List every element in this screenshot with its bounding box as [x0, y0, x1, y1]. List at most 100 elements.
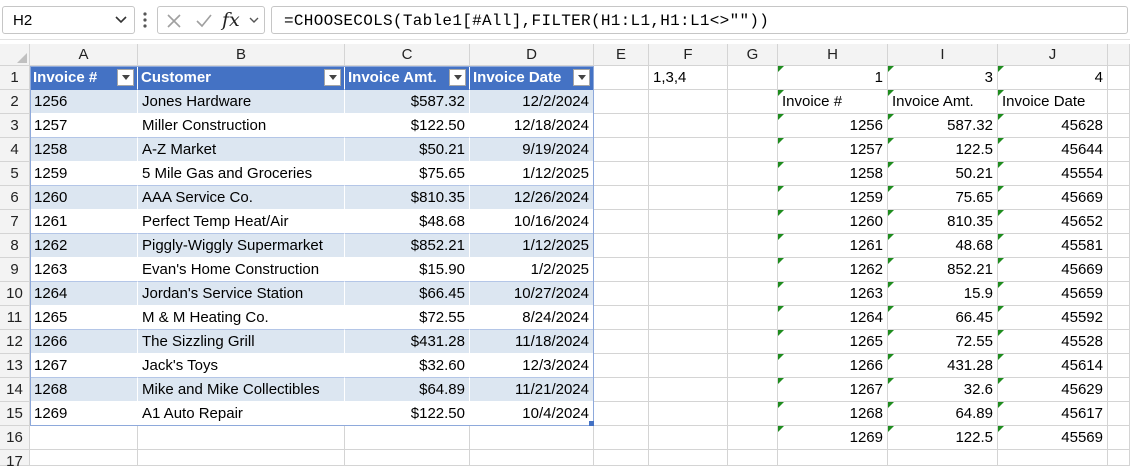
row-header-5[interactable]: 5: [0, 162, 30, 186]
table-cell[interactable]: The Sizzling Grill: [138, 330, 345, 354]
cell[interactable]: [649, 450, 728, 466]
row-header-15[interactable]: 15: [0, 402, 30, 426]
result-cell[interactable]: 64.89: [888, 402, 998, 426]
insert-function-icon[interactable]: fx: [222, 9, 248, 31]
filter-dropdown-button[interactable]: [324, 69, 341, 86]
table-cell[interactable]: Jones Hardware: [138, 90, 345, 114]
table-cell[interactable]: 1266: [30, 330, 138, 354]
column-header-d[interactable]: D: [470, 44, 594, 66]
table-header-cell[interactable]: Customer: [138, 66, 345, 90]
cell[interactable]: [594, 114, 649, 138]
table-header-cell[interactable]: Invoice #: [30, 66, 138, 90]
column-header-b[interactable]: B: [138, 44, 345, 66]
row-header-17[interactable]: 17: [0, 450, 30, 466]
result-cell[interactable]: 32.6: [888, 378, 998, 402]
table-cell[interactable]: M & M Heating Co.: [138, 306, 345, 330]
result-cell[interactable]: 122.5: [888, 138, 998, 162]
result-cell[interactable]: 48.68: [888, 234, 998, 258]
result-cell[interactable]: 1263: [778, 282, 888, 306]
table-cell[interactable]: 11/21/2024: [470, 378, 594, 402]
cell[interactable]: [998, 450, 1108, 466]
cell[interactable]: [470, 426, 594, 450]
result-cell[interactable]: 15.9: [888, 282, 998, 306]
result-cell[interactable]: 45614: [998, 354, 1108, 378]
table-cell[interactable]: $50.21: [345, 138, 470, 162]
cell[interactable]: [778, 450, 888, 466]
table-cell[interactable]: 1261: [30, 210, 138, 234]
cell[interactable]: [649, 114, 728, 138]
result-cell[interactable]: 45581: [998, 234, 1108, 258]
table-cell[interactable]: 1257: [30, 114, 138, 138]
row-header-13[interactable]: 13: [0, 354, 30, 378]
cell[interactable]: [728, 282, 778, 306]
result-cell[interactable]: 852.21: [888, 258, 998, 282]
cell[interactable]: [594, 426, 649, 450]
cell[interactable]: [470, 450, 594, 466]
cell[interactable]: [649, 258, 728, 282]
table-cell[interactable]: $48.68: [345, 210, 470, 234]
table-cell[interactable]: Perfect Temp Heat/Air: [138, 210, 345, 234]
result-cell[interactable]: 45669: [998, 258, 1108, 282]
cell[interactable]: [594, 450, 649, 466]
table-resize-handle[interactable]: [589, 421, 594, 426]
result-cell[interactable]: 45592: [998, 306, 1108, 330]
cell[interactable]: [649, 306, 728, 330]
table-cell[interactable]: $122.50: [345, 402, 470, 426]
select-all-corner[interactable]: [0, 44, 30, 66]
result-cell[interactable]: 45652: [998, 210, 1108, 234]
cell[interactable]: [594, 186, 649, 210]
result-cell[interactable]: 45617: [998, 402, 1108, 426]
table-cell[interactable]: 10/4/2024: [470, 402, 594, 426]
table-cell[interactable]: 1258: [30, 138, 138, 162]
row-header-6[interactable]: 6: [0, 186, 30, 210]
result-cell[interactable]: 1262: [778, 258, 888, 282]
result-header-cell[interactable]: Invoice #: [778, 90, 888, 114]
cell[interactable]: [728, 114, 778, 138]
result-cell[interactable]: 1256: [778, 114, 888, 138]
result-cell[interactable]: 1261: [778, 234, 888, 258]
cell[interactable]: [728, 234, 778, 258]
chevron-down-icon[interactable]: [114, 11, 128, 29]
cancel-icon[interactable]: [164, 11, 184, 31]
row-header-12[interactable]: 12: [0, 330, 30, 354]
table-cell[interactable]: A1 Auto Repair: [138, 402, 345, 426]
cell[interactable]: [138, 426, 345, 450]
cell[interactable]: [345, 426, 470, 450]
column-header-a[interactable]: A: [30, 44, 138, 66]
row-header-3[interactable]: 3: [0, 114, 30, 138]
table-cell[interactable]: A-Z Market: [138, 138, 345, 162]
cell[interactable]: [594, 66, 649, 90]
cell[interactable]: [594, 306, 649, 330]
table-cell[interactable]: $431.28: [345, 330, 470, 354]
cell[interactable]: [649, 402, 728, 426]
table-cell[interactable]: $15.90: [345, 258, 470, 282]
result-cell[interactable]: 66.45: [888, 306, 998, 330]
cell[interactable]: [728, 210, 778, 234]
cell[interactable]: [728, 162, 778, 186]
table-cell[interactable]: $810.35: [345, 186, 470, 210]
column-header-i[interactable]: I: [888, 44, 998, 66]
cell[interactable]: [138, 450, 345, 466]
result-cell[interactable]: 431.28: [888, 354, 998, 378]
cell[interactable]: [649, 378, 728, 402]
cell[interactable]: [728, 354, 778, 378]
table-cell[interactable]: Jack's Toys: [138, 354, 345, 378]
table-cell[interactable]: Jordan's Service Station: [138, 282, 345, 306]
cell-f1[interactable]: 1,3,4: [649, 66, 728, 90]
table-cell[interactable]: $64.89: [345, 378, 470, 402]
result-cell[interactable]: 1258: [778, 162, 888, 186]
cell[interactable]: [728, 258, 778, 282]
table-cell[interactable]: 1260: [30, 186, 138, 210]
cell[interactable]: [649, 426, 728, 450]
row-header-4[interactable]: 4: [0, 138, 30, 162]
table-cell[interactable]: 12/26/2024: [470, 186, 594, 210]
chevron-down-icon[interactable]: [248, 13, 260, 29]
cell[interactable]: [728, 450, 778, 466]
table-cell[interactable]: 1268: [30, 378, 138, 402]
result-header-cell[interactable]: Invoice Date: [998, 90, 1108, 114]
table-cell[interactable]: 5 Mile Gas and Groceries: [138, 162, 345, 186]
table-cell[interactable]: 1269: [30, 402, 138, 426]
cell[interactable]: [649, 210, 728, 234]
table-cell[interactable]: 1/12/2025: [470, 162, 594, 186]
table-cell[interactable]: $66.45: [345, 282, 470, 306]
